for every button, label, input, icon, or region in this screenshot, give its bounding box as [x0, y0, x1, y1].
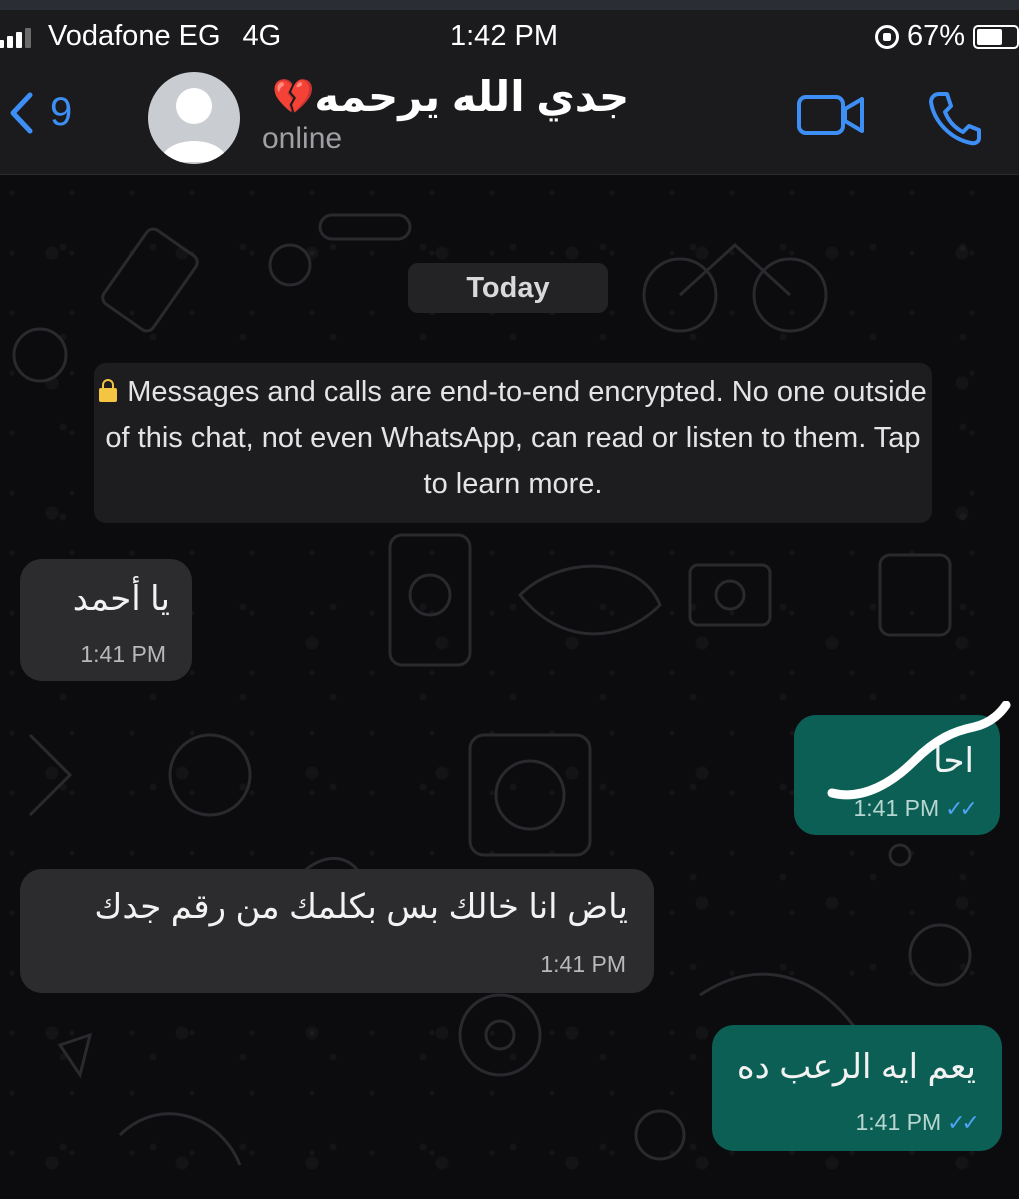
- message-bubble-outgoing[interactable]: يعم ايه الرعب ده 1:41 PM ✓✓: [712, 1025, 1002, 1151]
- message-time: 1:41 PM: [80, 641, 166, 667]
- date-separator: Today: [408, 263, 608, 313]
- contact-name[interactable]: جدي الله يرحمه 💔: [262, 72, 629, 121]
- encryption-notice[interactable]: Messages and calls are end-to-end encryp…: [94, 363, 932, 523]
- message-bubble-outgoing[interactable]: احا 1:41 PM ✓✓: [794, 701, 1011, 835]
- person-icon: [160, 88, 228, 162]
- contact-name-text: جدي الله يرحمه: [314, 73, 630, 120]
- message-bubble-incoming[interactable]: ياض انا خالك بس بكلمك من رقم جدك 1:41 PM: [20, 869, 654, 993]
- message-time: 1:41 PM ✓✓: [855, 1109, 980, 1136]
- back-button[interactable]: 9: [8, 90, 72, 135]
- video-camera-icon: [797, 95, 864, 135]
- message-text: يعم ايه الرعب ده: [736, 1048, 976, 1086]
- message-text: يا أحمد: [72, 580, 170, 618]
- video-call-button[interactable]: [796, 92, 866, 143]
- message-time: 1:41 PM: [540, 951, 626, 977]
- carrier-label: Vodafone EG: [48, 20, 221, 52]
- chevron-left-icon: [10, 92, 33, 133]
- message-text: ياض انا خالك بس بكلمك من رقم جدك: [94, 888, 628, 926]
- signal-icon: [0, 26, 34, 48]
- read-receipt-icon: ✓✓: [947, 1110, 980, 1135]
- status-bar: Vodafone EG 4G 1:42 PM 67%: [0, 10, 1019, 62]
- voice-call-button[interactable]: [925, 90, 983, 151]
- chat-header: 9 جدي الله يرحمه 💔 online: [0, 62, 1019, 175]
- status-left: Vodafone EG 4G: [0, 20, 281, 53]
- status-right: 67%: [874, 20, 1019, 53]
- unread-count: 9: [50, 90, 73, 134]
- contact-status: online: [262, 122, 343, 155]
- encryption-notice-text: Messages and calls are end-to-end encryp…: [105, 376, 927, 500]
- message-time-text: 1:41 PM: [855, 1109, 942, 1135]
- phone-icon: [929, 92, 981, 146]
- network-label: 4G: [242, 20, 282, 52]
- top-edge: [0, 0, 1019, 10]
- scribble-overlay: [827, 701, 1011, 800]
- broken-heart-emoji: 💔: [272, 77, 315, 116]
- battery-percent: 67%: [906, 20, 965, 52]
- rotation-lock-icon: [874, 24, 899, 49]
- lock-icon: [99, 379, 118, 402]
- avatar[interactable]: [148, 72, 240, 164]
- message-bubble-incoming[interactable]: يا أحمد 1:41 PM: [20, 559, 192, 681]
- clock: 1:42 PM: [450, 20, 558, 52]
- battery-icon: [973, 24, 1019, 49]
- chat-area[interactable]: Today Messages and calls are end-to-end …: [0, 175, 1019, 1199]
- battery-fill: [977, 28, 1003, 45]
